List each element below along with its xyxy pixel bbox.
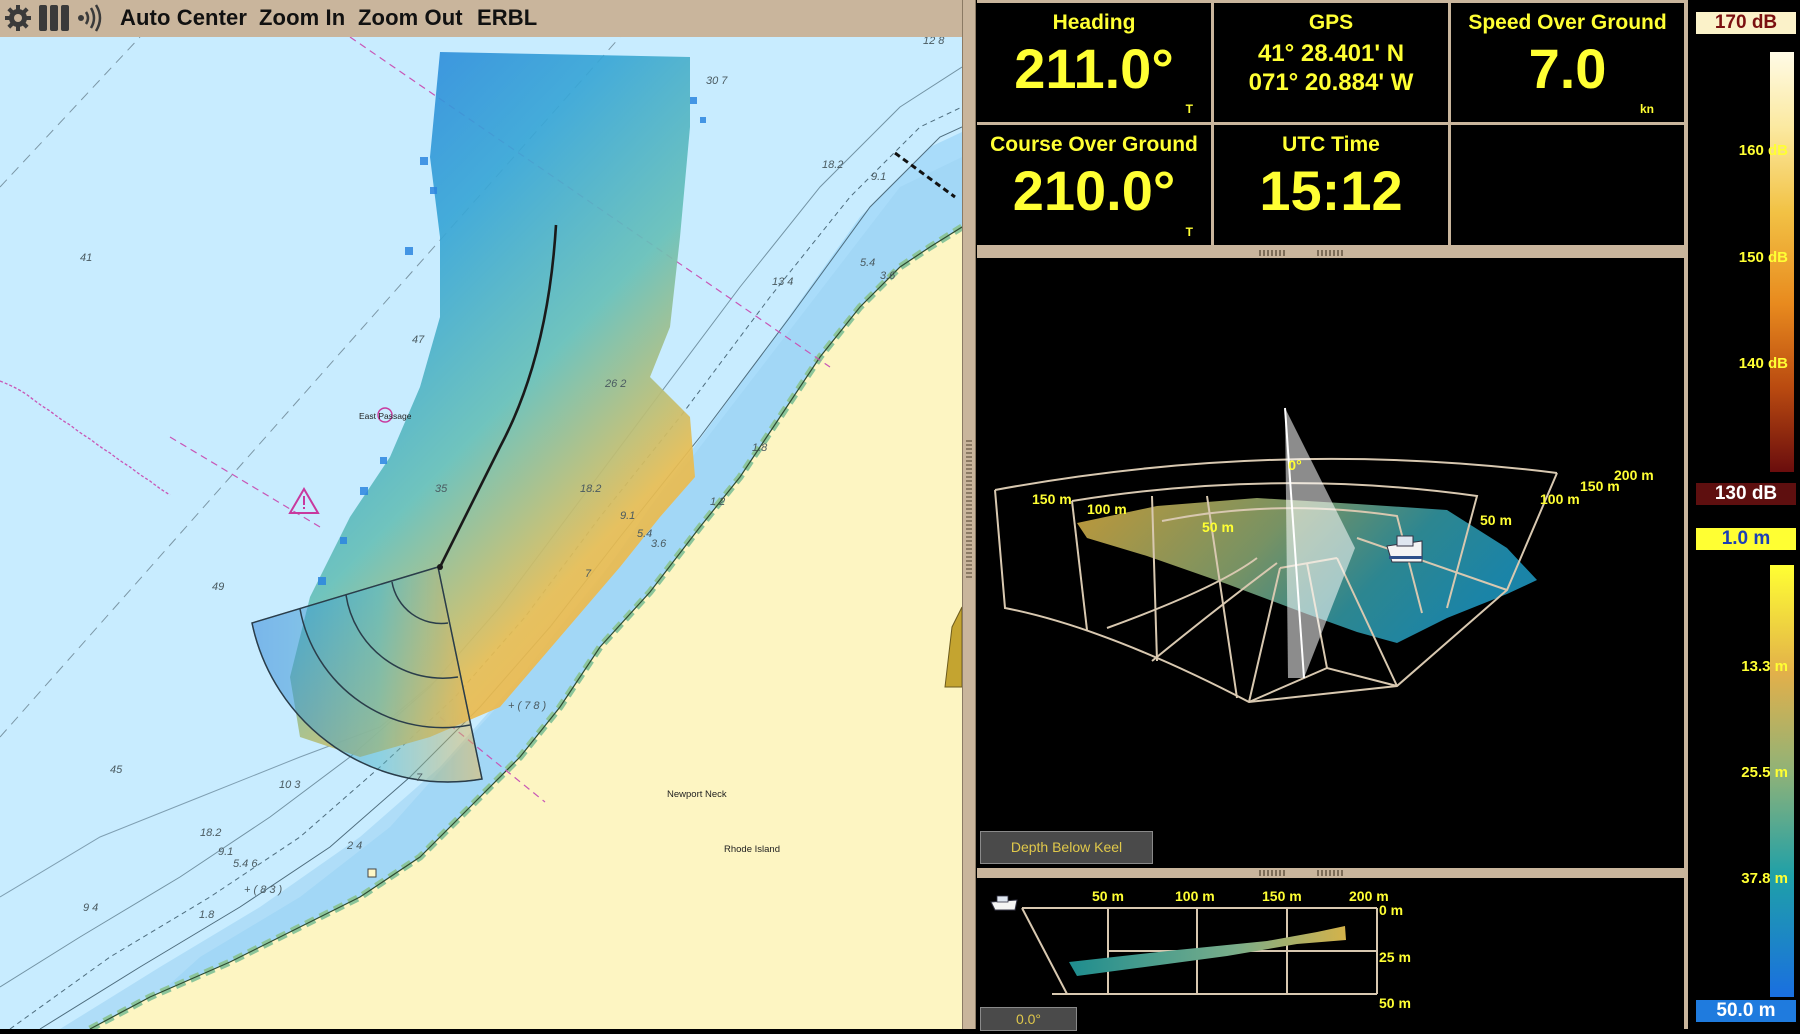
depth-tick: 25.5 m — [1741, 764, 1788, 781]
sonar-ping-icon[interactable] — [76, 3, 104, 33]
range-label: 50 m — [1202, 519, 1234, 535]
sounding: 26 2 — [604, 378, 626, 390]
profile-y-label: 0 m — [1379, 902, 1403, 918]
sounding: 3.6 — [880, 270, 896, 282]
sog-readout: Speed Over Ground 7.0 kn — [1451, 3, 1684, 122]
sounding: 7 — [416, 772, 423, 784]
depth-min-label: 1.0 m — [1696, 528, 1796, 550]
beacon-marker — [367, 868, 377, 878]
heading-readout: Heading 211.0° T — [977, 3, 1211, 122]
db-min-label: 130 dB — [1696, 483, 1796, 505]
sounding: 13 4 — [772, 276, 793, 288]
cog-unit: T — [1185, 225, 1193, 239]
heading-label: Heading — [1052, 11, 1136, 34]
tilt-angle-readout[interactable]: 0.0° — [980, 1007, 1077, 1031]
vessel-icon — [990, 895, 1018, 911]
sounding: 47 — [412, 334, 425, 346]
gps-latitude: 41° 28.401' N — [1257, 40, 1405, 67]
db-tick: 140 dB — [1738, 355, 1788, 372]
sounding: 7 — [585, 568, 592, 580]
profile-x-label: 100 m — [1175, 888, 1215, 904]
depth-max-label: 50.0 m — [1696, 1000, 1796, 1022]
auto-center-button[interactable]: Auto Center — [120, 5, 247, 31]
depth-tick: 37.8 m — [1741, 870, 1788, 887]
depth-profile-view[interactable]: 50 m 100 m 150 m 200 m 0 m 25 m 50 m — [977, 878, 1684, 1029]
place-label-east-passage: East Passage — [359, 411, 412, 421]
sounding: 9 4 — [83, 902, 98, 914]
sounding: 30 7 — [706, 75, 728, 87]
db-tick: 150 dB — [1738, 249, 1788, 266]
gps-label: GPS — [1308, 11, 1354, 34]
depth-colorbar — [1770, 565, 1794, 997]
readout-grid: Heading 211.0° T GPS 41° 28.401' N 071° … — [977, 0, 1684, 248]
profile-y-label: 50 m — [1379, 995, 1411, 1011]
place-label-rhode-island: Rhode Island — [724, 844, 780, 855]
cog-readout: Course Over Ground 210.0° T — [977, 125, 1211, 245]
range-label: 150 m — [1032, 491, 1072, 507]
utc-value: 15:12 — [1259, 159, 1403, 222]
azimuth-label: 0° — [1288, 457, 1301, 473]
sounding: 18.2 — [580, 483, 601, 495]
sounding: 2 4 — [346, 840, 362, 852]
sounding: + ( 8 3 ) — [244, 884, 283, 896]
profile-x-label: 50 m — [1092, 888, 1124, 904]
zoom-in-button[interactable]: Zoom In — [259, 5, 345, 31]
range-label: 100 m — [1087, 501, 1127, 517]
cog-value: 210.0° — [1012, 159, 1176, 222]
erbl-button[interactable]: ERBL — [477, 5, 537, 31]
panel-splitter-top[interactable] — [977, 248, 1684, 258]
utc-readout: UTC Time 15:12 — [1214, 125, 1448, 245]
heading-value: 211.0° — [1014, 37, 1174, 100]
heading-unit: T — [1185, 102, 1193, 116]
range-label: 200 m — [1614, 467, 1654, 483]
sounding: 1 2 — [710, 496, 725, 508]
gps-longitude: 071° 20.884' W — [1248, 69, 1414, 96]
toolbar: Auto Center Zoom In Zoom Out ERBL — [0, 0, 962, 38]
sounding: 18.2 — [822, 159, 843, 171]
gps-readout: GPS 41° 28.401' N 071° 20.884' W — [1214, 3, 1448, 122]
sounding: 10 3 — [279, 779, 301, 791]
sounding: + ( 7 8 ) — [508, 700, 547, 712]
sog-unit: kn — [1639, 102, 1654, 116]
utc-label: UTC Time — [1282, 133, 1380, 156]
sounding: 41 — [80, 252, 92, 264]
sounding: 3.6 — [651, 538, 667, 550]
profile-y-label: 25 m — [1379, 949, 1411, 965]
sounding: 1.8 — [199, 909, 215, 921]
db-max-label: 170 dB — [1696, 12, 1796, 34]
sounding: 9.1 — [871, 171, 886, 183]
zoom-out-button[interactable]: Zoom Out — [358, 5, 463, 31]
sounding: 9.1 — [218, 846, 233, 858]
sounding: 49 — [212, 581, 224, 593]
panel-divider[interactable] — [962, 0, 976, 1029]
profile-x-label: 150 m — [1262, 888, 1302, 904]
nautical-chart[interactable]: East Passage Newport Neck Rhode Island 1… — [0, 37, 962, 1029]
db-tick: 160 dB — [1738, 142, 1788, 159]
sog-label: Speed Over Ground — [1468, 11, 1667, 34]
columns-icon[interactable] — [38, 3, 70, 33]
place-label-newport-neck: Newport Neck — [667, 789, 727, 800]
depth-below-keel-button[interactable]: Depth Below Keel — [980, 831, 1153, 864]
cog-label: Course Over Ground — [990, 133, 1198, 156]
sounding: 18.2 — [200, 827, 221, 839]
sounding: 5.4 — [637, 528, 652, 540]
vessel-position — [437, 564, 443, 570]
color-scale-panel: 170 dB 160 dB 150 dB 140 dB 130 dB 1.0 m… — [1684, 0, 1800, 1029]
gear-icon[interactable] — [3, 3, 33, 33]
sounding: 45 — [110, 764, 123, 776]
panel-splitter-bottom[interactable] — [977, 868, 1684, 878]
sounding: 9.1 — [620, 510, 635, 522]
sog-value: 7.0 — [1528, 37, 1607, 100]
sonar-3d-view[interactable]: 0° 150 m 100 m 50 m 50 m 100 m 150 m 200… — [977, 258, 1684, 868]
empty-readout — [1451, 125, 1684, 245]
sounding: 5.4 — [860, 257, 875, 269]
sounding: 1.8 — [752, 442, 768, 454]
sounding: 5.4 6 — [233, 858, 258, 870]
divider-grip[interactable] — [966, 440, 972, 580]
range-label: 50 m — [1480, 512, 1512, 528]
depth-tick: 13.3 m — [1741, 658, 1788, 675]
sounding: 35 — [435, 483, 448, 495]
sounding: 12 8 — [923, 37, 945, 47]
range-label: 100 m — [1540, 491, 1580, 507]
